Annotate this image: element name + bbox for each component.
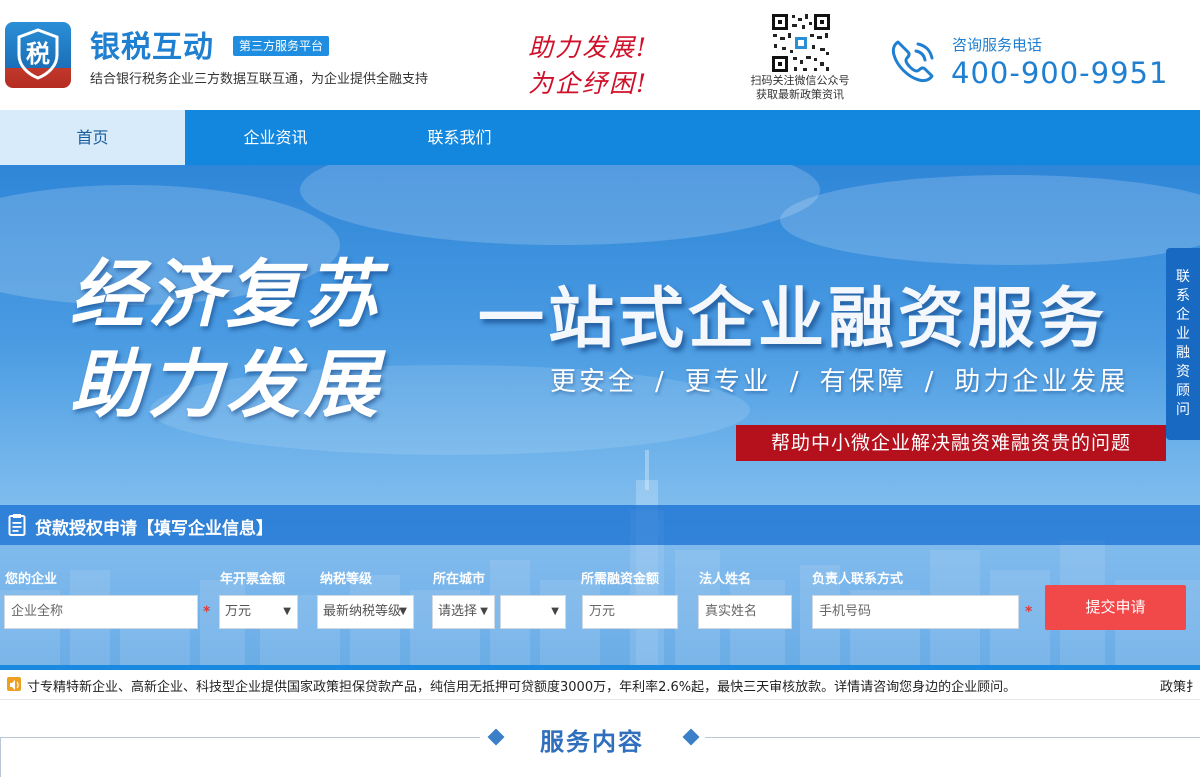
cloud-decoration xyxy=(300,165,820,245)
qr-caption-line1: 扫码关注微信公众号 xyxy=(750,74,850,87)
loan-form: 您的企业 年开票金额 纳税等级 所在城市 所需融资金额 法人姓名 负责人联系方式… xyxy=(0,545,1200,665)
hero-slogan-line2: 助力发展 xyxy=(70,342,382,428)
subline-safe: 更安全 xyxy=(550,367,638,397)
logo-char: 税 xyxy=(26,39,50,68)
invoice-amount-select[interactable]: 万元 ▼ xyxy=(219,595,298,629)
ticker-text-next[interactable]: 政策扌 xyxy=(1160,676,1200,695)
tax-level-select[interactable]: 最新纳税等级 ▼ xyxy=(317,595,414,629)
hero-slogan-line1: 经济复苏 xyxy=(70,252,382,338)
required-mark: * xyxy=(203,604,211,620)
news-ticker: 寸专精特新企业、高新企业、科技型企业提供国家政策担保贷款产品，纯信用无抵押可贷额… xyxy=(0,670,1200,700)
chevron-down-icon: ▼ xyxy=(551,606,559,617)
financing-amount-input[interactable]: 万元 xyxy=(582,595,678,629)
subline-guarantee: 有保障 xyxy=(819,367,907,397)
phone-input[interactable]: 手机号码 xyxy=(812,595,1019,629)
subline-separator: / xyxy=(924,367,937,397)
nav-item-contact[interactable]: 联系我们 xyxy=(367,110,552,165)
section-title: 服务内容 xyxy=(540,728,644,756)
nav-item-news[interactable]: 企业资讯 xyxy=(183,110,368,165)
subline-separator: / xyxy=(655,367,667,397)
subline-separator: / xyxy=(789,367,802,397)
label-amount: 所需融资金额 xyxy=(581,572,660,587)
city-select[interactable]: 请选择 ▼ xyxy=(432,595,495,629)
label-invoice: 年开票金额 xyxy=(220,572,286,587)
legal-name-input[interactable]: 真实姓名 xyxy=(698,595,792,629)
form-clipboard-icon xyxy=(8,514,26,536)
services-section: 服务内容 xyxy=(0,700,1200,777)
tax-level-value: 最新纳税等级 xyxy=(323,604,402,619)
chevron-down-icon: ▼ xyxy=(480,606,488,617)
nav-item-home[interactable]: 首页 xyxy=(0,110,185,165)
required-mark: * xyxy=(1025,604,1033,620)
district-select[interactable]: ▼ xyxy=(500,595,566,629)
chevron-down-icon: ▼ xyxy=(283,606,291,617)
label-legal-name: 法人姓名 xyxy=(699,572,752,587)
label-tax-level: 纳税等级 xyxy=(320,572,373,587)
subline-growth: 助力企业发展 xyxy=(954,367,1129,397)
site-header: 税 银税互动 第三方服务平台 结合银行税务企业三方数据互联互通，为企业提供全融支… xyxy=(0,0,1200,110)
header-slogan: 助力发展! 为企纾困! xyxy=(528,30,648,102)
invoice-amount-value: 万元 xyxy=(225,604,252,619)
header-slogan-line1: 助力发展! xyxy=(528,33,649,62)
brand-name[interactable]: 银税互动 xyxy=(90,22,214,66)
qr-caption-line2: 获取最新政策资讯 xyxy=(756,88,844,101)
logo-shield-icon[interactable]: 税 xyxy=(5,22,71,88)
label-company: 您的企业 xyxy=(5,572,58,587)
phone-icon xyxy=(888,36,938,86)
hotline-label: 咨询服务电话 xyxy=(952,36,1043,54)
side-consult-label: 联系企业融资顾问 xyxy=(1176,269,1190,418)
subline-professional: 更专业 xyxy=(684,367,772,397)
section-divider-left xyxy=(0,737,480,738)
section-divider-right xyxy=(705,737,1200,738)
ticker-text[interactable]: 寸专精特新企业、高新企业、科技型企业提供国家政策担保贷款产品，纯信用无抵押可贷额… xyxy=(27,676,1016,695)
hero-slogan-left: 经济复苏 助力发展 xyxy=(70,250,382,430)
platform-badge: 第三方服务平台 xyxy=(233,36,330,56)
company-name-input[interactable]: 企业全称 xyxy=(4,595,198,629)
hero-headline: 一站式企业融资服务 xyxy=(478,280,1108,357)
hero-banner: 经济复苏 助力发展 一站式企业融资服务 更安全 / 更专业 / 有保障 / 助力企业发展 帮… xyxy=(0,165,1200,670)
hotline-number[interactable]: 400-900-9951 xyxy=(951,56,1168,90)
main-nav: 首页 企业资讯 联系我们 xyxy=(0,110,1200,165)
hero-red-band: 帮助中小微企业解决融资难融资贵的问题 xyxy=(736,425,1166,461)
side-consult-button[interactable]: 联系企业融资顾问 xyxy=(1166,248,1200,440)
qr-caption: 扫码关注微信公众号 获取最新政策资讯 xyxy=(738,74,862,102)
header-slogan-line2: 为企纾困! xyxy=(528,69,649,98)
speaker-icon xyxy=(7,677,21,691)
label-city: 所在城市 xyxy=(433,572,486,587)
label-contact: 负责人联系方式 xyxy=(812,572,904,587)
wechat-qr-code xyxy=(770,12,832,74)
chevron-down-icon: ▼ xyxy=(399,606,407,617)
cloud-decoration xyxy=(780,175,1200,265)
submit-application-button[interactable]: 提交申请 xyxy=(1045,585,1186,630)
city-value: 请选择 xyxy=(438,604,478,619)
hero-subline: 更安全 / 更专业 / 有保障 / 助力企业发展 xyxy=(550,361,1128,398)
brand-tagline: 结合银行税务企业三方数据互联互通，为企业提供全融支持 xyxy=(90,72,429,87)
loan-form-header: 贷款授权申请【填写企业信息】 xyxy=(0,505,1200,545)
loan-form-title: 贷款授权申请【填写企业信息】 xyxy=(35,519,273,539)
